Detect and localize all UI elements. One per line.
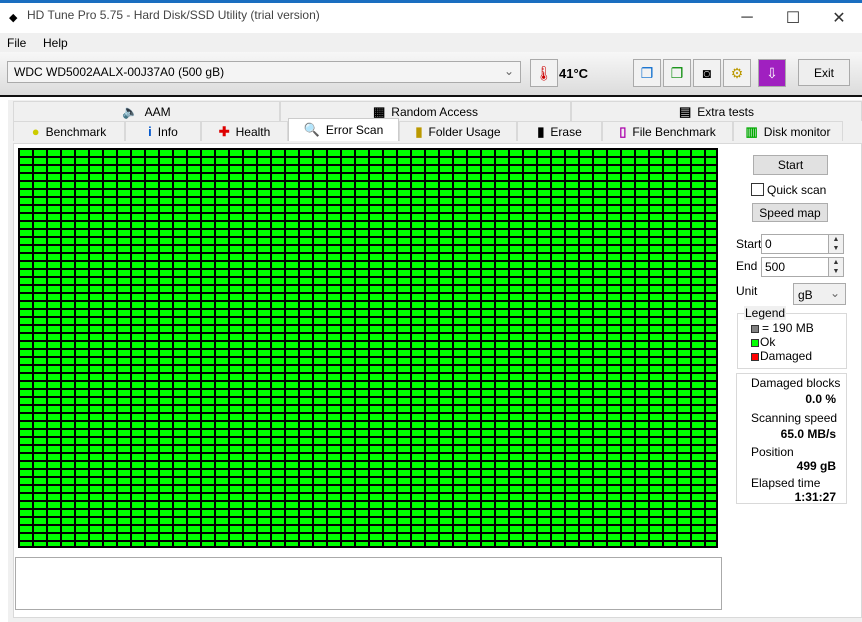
tab-label: File Benchmark: [632, 124, 716, 139]
damaged-blocks-value: 0.0 %: [805, 392, 836, 406]
tab-label: Folder Usage: [428, 124, 501, 139]
quick-scan-checkbox[interactable]: [751, 183, 764, 196]
file-icon: ▯: [619, 123, 627, 139]
damaged-blocks-label: Damaged blocks: [751, 376, 841, 390]
legend-damaged: Damaged: [751, 349, 812, 363]
tab-extra-tests[interactable]: ▤ Extra tests: [571, 101, 862, 121]
log-box: [15, 557, 722, 610]
folder-icon: ▮: [415, 123, 423, 139]
maximize-button[interactable]: ☐: [770, 3, 816, 33]
bulb-icon: ●: [31, 124, 40, 139]
legend-block-label: = 190 MB: [762, 321, 814, 335]
end-field[interactable]: 500 ▲ ▼: [761, 257, 844, 277]
copy-info-icon[interactable]: ❐: [633, 59, 661, 87]
tab-label: Disk monitor: [763, 124, 831, 139]
scanning-speed-label: Scanning speed: [751, 411, 838, 425]
temperature: 41°C: [559, 66, 589, 81]
spinner-arrows-icon[interactable]: ▲ ▼: [828, 258, 843, 276]
copy-screen-icon[interactable]: ❐: [663, 59, 691, 87]
position-value: 499 gB: [796, 459, 836, 473]
gray-swatch: [751, 324, 759, 333]
tab-label: Health: [235, 124, 271, 139]
position-label: Position: [751, 445, 794, 459]
speaker-icon: 🔈: [122, 103, 139, 119]
legend-ok-label: Ok: [760, 335, 776, 349]
info-icon: i: [148, 124, 152, 139]
menu-help[interactable]: Help: [43, 36, 68, 50]
drive-label: WDC WD5002AALX-00J37A0 (500 gB): [14, 65, 225, 79]
tab-label: Info: [157, 124, 178, 139]
tab-benchmark[interactable]: ● Benchmark: [13, 121, 125, 141]
red-swatch: [751, 352, 759, 361]
stats-box: Damaged blocks 0.0 % Scanning speed 65.0…: [736, 373, 847, 504]
start-label: Start: [736, 237, 762, 251]
chevron-down-icon: ⌄: [503, 64, 514, 78]
elapsed-time-label: Elapsed time: [751, 476, 821, 490]
menu-bar: [0, 33, 862, 52]
cross-icon: ✚: [218, 123, 230, 139]
quick-scan-label: Quick scan: [767, 183, 827, 197]
start-button[interactable]: Start: [753, 155, 828, 175]
tab-label: Erase: [550, 124, 582, 139]
tab-erase[interactable]: ▮ Erase: [517, 121, 602, 141]
tab-label: AAM: [144, 104, 171, 119]
unit-value: gB: [798, 288, 813, 302]
legend-title: Legend: [744, 306, 787, 320]
menu-file[interactable]: File: [7, 36, 26, 50]
tab-label: Benchmark: [45, 124, 107, 139]
camera-icon[interactable]: ◙: [693, 59, 721, 87]
window-title: HD Tune Pro 5.75 - Hard Disk/SSD Utility…: [27, 8, 320, 22]
scan-block-grid: [18, 148, 718, 548]
trash-icon: ▮: [537, 123, 545, 139]
tab-aam[interactable]: 🔈 AAM: [13, 101, 280, 121]
tab-label: Error Scan: [325, 123, 384, 137]
exit-button[interactable]: Exit: [798, 59, 850, 86]
start-field[interactable]: 0 ▲ ▼: [761, 234, 844, 254]
elapsed-time-value: 1:31:27: [794, 490, 836, 504]
drive-select[interactable]: WDC WD5002AALX-00J37A0 (500 gB) ⌄: [7, 61, 521, 83]
close-button[interactable]: ✕: [816, 3, 862, 33]
tab-label: Random Access: [391, 104, 478, 119]
options-icon[interactable]: ⚙: [723, 59, 751, 87]
unit-label: Unit: [736, 284, 758, 298]
tab-error-scan[interactable]: 🔍 Error Scan: [288, 118, 399, 141]
unit-select[interactable]: gB ⌄: [793, 283, 846, 305]
spinner-arrows-icon[interactable]: ▲ ▼: [828, 235, 843, 253]
speed-map-button[interactable]: Speed map: [752, 203, 828, 222]
thermometer-icon: 🌡: [530, 59, 558, 87]
magnifier-icon: 🔍: [303, 122, 320, 137]
legend-block: = 190 MB: [751, 321, 814, 335]
scanning-speed-value: 65.0 MB/s: [780, 427, 836, 441]
tab-disk-monitor[interactable]: ▥ Disk monitor: [733, 121, 843, 141]
legend-damaged-label: Damaged: [760, 349, 813, 363]
monitor-icon: ▥: [745, 123, 758, 139]
tab-info[interactable]: i Info: [125, 121, 201, 141]
minimize-button[interactable]: ─: [724, 3, 770, 33]
app-icon: ◆: [9, 12, 18, 24]
chart-icon: ▤: [679, 103, 692, 119]
chevron-down-icon: ⌄: [829, 286, 840, 300]
tab-health[interactable]: ✚ Health: [201, 121, 288, 141]
legend-ok: Ok: [751, 335, 775, 349]
end-value: 500: [765, 260, 786, 274]
end-label: End: [736, 259, 758, 273]
save-icon[interactable]: ⇩: [758, 59, 786, 87]
green-swatch: [751, 338, 759, 347]
tab-folder-usage[interactable]: ▮ Folder Usage: [399, 121, 517, 141]
tab-label: Extra tests: [697, 104, 754, 119]
start-value: 0: [765, 237, 772, 251]
tab-file-benchmark[interactable]: ▯ File Benchmark: [602, 121, 733, 141]
